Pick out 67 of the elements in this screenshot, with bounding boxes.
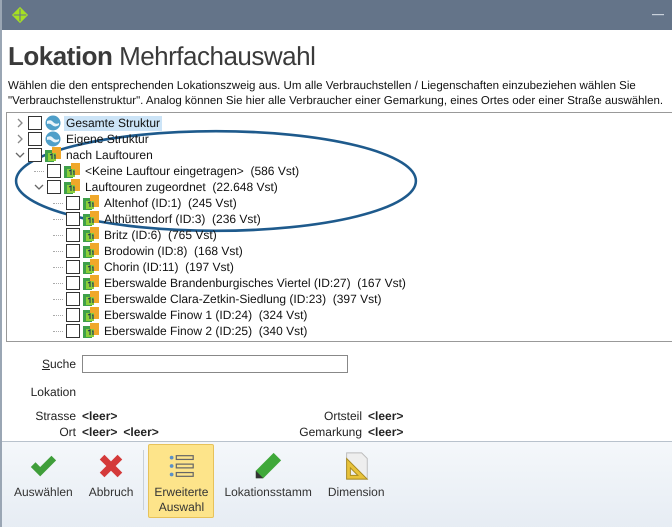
field-value: <leer> [82, 409, 118, 423]
toolbar-button[interactable]: Lokationsstamm [218, 444, 318, 503]
tree-item[interactable]: Lauftouren zugeordnet (22.648 Vst) [83, 180, 280, 194]
tree-item[interactable]: Eberswalde Brandenburgisches Viertel (ID:27) (167 Vst) [102, 276, 408, 290]
toolbar-button[interactable]: Erweiterte Auswahl [148, 444, 214, 518]
tree-item[interactable]: Britz (ID:6) (765 Vst) [102, 228, 219, 242]
location-label: Lokation [30, 385, 76, 399]
field-value: <leer> [368, 409, 404, 423]
field-label: Strasse [34, 409, 76, 423]
tree-item[interactable]: Althüttendorf (ID:3) (236 Vst) [102, 212, 263, 226]
tree-checkbox[interactable] [28, 148, 42, 162]
search-label: Suche [40, 357, 76, 371]
field-label: Ortsteil [322, 409, 362, 423]
globe-icon [45, 131, 61, 147]
tree-item[interactable]: nach Lauftouren [64, 148, 155, 162]
app-logo-icon [11, 6, 29, 24]
field-label: Ort [58, 425, 76, 439]
tree-checkbox[interactable] [66, 228, 80, 242]
tour-icon [83, 259, 99, 275]
tree-checkbox[interactable] [66, 292, 80, 306]
tour-icon [83, 227, 99, 243]
tree-checkbox[interactable] [28, 132, 42, 146]
tree-item[interactable]: Chorin (ID:11) (197 Vst) [102, 260, 236, 274]
collapse-chevron-icon[interactable] [15, 150, 25, 160]
toolbar-button[interactable]: Auswählen [8, 444, 79, 503]
toolbar-button[interactable]: Dimension [322, 444, 391, 503]
minimize-icon[interactable] [652, 14, 664, 16]
expand-chevron-icon[interactable] [15, 134, 25, 144]
field-value: <leer> [123, 425, 159, 439]
tour-icon [83, 291, 99, 307]
tree-item[interactable]: Eberswalde Finow 2 (ID:25) (340 Vst) [102, 324, 310, 338]
description-text: Wählen die den entsprechenden Lokationszweig aus. Um alle Verbrauchstellen / Liegenschaften einzubeziehen wählen Sie "Verbrauchstellenstruktur". Analog können Sie hier alle Verbraucher einer Gemarkung, eines Ortes oder einer Straße auswählen. [8, 79, 664, 109]
tree-checkbox[interactable] [47, 180, 61, 194]
tour-icon [83, 323, 99, 339]
search-field[interactable] [82, 355, 348, 373]
tour-icon [83, 195, 99, 211]
tree-item[interactable]: Eberswalde Clara-Zetkin-Siedlung (ID:23) (397 Vst) [102, 292, 384, 306]
pencil-icon [253, 451, 284, 481]
window-title: Lokation Mehrfachauswahl [8, 40, 316, 73]
tree-item[interactable]: Gesamte Struktur [64, 116, 162, 130]
tour-icon [45, 147, 61, 163]
globe-icon [45, 115, 61, 131]
tree-checkbox[interactable] [66, 260, 80, 274]
tree-item[interactable]: Altenhof (ID:1) (245 Vst) [102, 196, 239, 210]
tree-checkbox[interactable] [66, 276, 80, 290]
tour-icon [64, 163, 80, 179]
collapse-chevron-icon[interactable] [34, 182, 44, 192]
tour-icon [83, 243, 99, 259]
tree-item[interactable]: <Keine Lauftour eingetragen> (586 Vst) [83, 164, 302, 178]
tour-icon [83, 211, 99, 227]
tree-checkbox[interactable] [66, 308, 80, 322]
tree-checkbox[interactable] [66, 244, 80, 258]
tour-icon [83, 275, 99, 291]
tree-checkbox[interactable] [47, 164, 61, 178]
toolbar-button[interactable]: Abbruch [82, 444, 140, 503]
tree-checkbox[interactable] [66, 324, 80, 338]
tree-checkbox[interactable] [28, 116, 42, 130]
field-value: <leer> [368, 425, 404, 439]
field-value: <leer> [82, 425, 118, 439]
tour-icon [83, 307, 99, 323]
tree-item[interactable]: Brodowin (ID:8) (168 Vst) [102, 244, 245, 258]
field-label: Gemarkung [298, 425, 362, 439]
expand-chevron-icon[interactable] [15, 118, 25, 128]
tree-checkbox[interactable] [66, 212, 80, 226]
tree-item[interactable]: Eberswalde Finow 1 (ID:24) (324 Vst) [102, 308, 310, 322]
tour-icon [64, 179, 80, 195]
tree-checkbox[interactable] [66, 196, 80, 210]
